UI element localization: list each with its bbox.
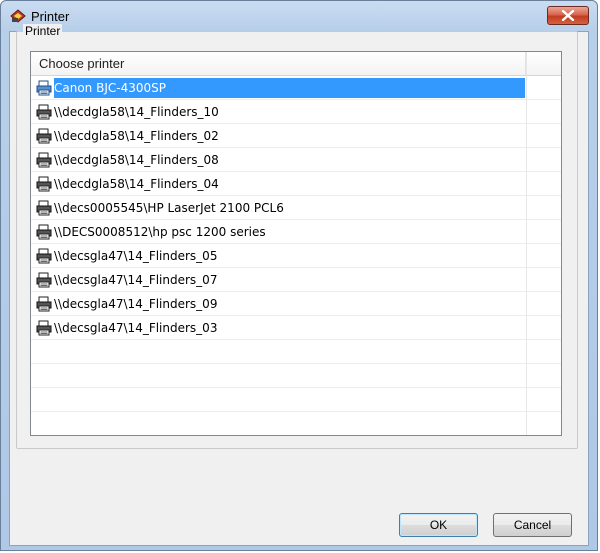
cancel-button[interactable]: Cancel <box>493 513 572 537</box>
list-item[interactable]: \\decsgla47\14_Flinders_07 <box>31 268 561 292</box>
list-item-cell: \\decdgla58\14_Flinders_02 <box>36 126 526 146</box>
printer-icon <box>36 320 52 336</box>
close-x-icon <box>561 10 575 21</box>
list-item-cell: \\decsgla47\14_Flinders_07 <box>36 270 526 290</box>
printer-name: \\decdgla58\14_Flinders_04 <box>54 177 219 191</box>
list-item-cell: \\decdgla58\14_Flinders_08 <box>36 150 526 170</box>
list-item-cell: \\decsgla47\14_Flinders_03 <box>36 318 526 338</box>
close-button[interactable] <box>547 6 589 25</box>
printer-name: \\decdgla58\14_Flinders_10 <box>54 105 219 119</box>
printer-icon <box>36 176 52 192</box>
list-item[interactable]: \\decsgla47\14_Flinders_09 <box>31 292 561 316</box>
printer-icon <box>36 80 52 96</box>
list-item-cell: \\decsgla47\14_Flinders_09 <box>36 294 526 314</box>
printer-icon <box>36 224 52 240</box>
list-header: Choose printer <box>31 52 561 76</box>
list-item[interactable]: \\DECS0008512\hp psc 1200 series <box>31 220 561 244</box>
list-item-cell: \\decs0005545\HP LaserJet 2100 PCL6 <box>36 198 526 218</box>
list-item[interactable]: \\decdgla58\14_Flinders_08 <box>31 148 561 172</box>
list-item-cell: Canon BJC-4300SP <box>36 78 526 98</box>
list-item-cell: \\decdgla58\14_Flinders_10 <box>36 102 526 122</box>
printer-icon <box>36 128 52 144</box>
list-item-cell: \\decdgla58\14_Flinders_04 <box>36 174 526 194</box>
title-bar[interactable]: Printer <box>1 1 597 31</box>
printer-icon <box>36 200 52 216</box>
printer-name: \\decsgla47\14_Flinders_05 <box>54 249 218 263</box>
column-header-choose-printer[interactable]: Choose printer <box>31 52 526 75</box>
list-item[interactable]: Canon BJC-4300SP <box>31 76 561 100</box>
empty-list-row <box>31 364 561 388</box>
printer-rows: Canon BJC-4300SP \\decdgla58\14_Flinders_… <box>31 76 561 412</box>
list-item[interactable]: \\decdgla58\14_Flinders_02 <box>31 124 561 148</box>
printer-icon <box>36 272 52 288</box>
printer-app-icon <box>10 9 26 23</box>
printer-name: \\decdgla58\14_Flinders_02 <box>54 129 219 143</box>
printer-list[interactable]: Choose printer Canon BJC-4300SP \\decdgla… <box>30 51 562 436</box>
printer-icon <box>36 296 52 312</box>
printer-name: \\decdgla58\14_Flinders_08 <box>54 153 219 167</box>
list-item[interactable]: \\decsgla47\14_Flinders_03 <box>31 316 561 340</box>
printer-name: Canon BJC-4300SP <box>54 81 166 95</box>
list-item[interactable]: \\decs0005545\HP LaserJet 2100 PCL6 <box>31 196 561 220</box>
list-item-cell: \\DECS0008512\hp psc 1200 series <box>36 222 526 242</box>
list-item[interactable]: \\decsgla47\14_Flinders_05 <box>31 244 561 268</box>
printer-icon <box>36 104 52 120</box>
printer-name: \\decsgla47\14_Flinders_09 <box>54 297 218 311</box>
empty-list-row <box>31 340 561 364</box>
empty-list-row <box>31 388 561 412</box>
groupbox-label: Printer <box>23 24 63 38</box>
printer-name: \\decsgla47\14_Flinders_07 <box>54 273 218 287</box>
printer-name: \\decs0005545\HP LaserJet 2100 PCL6 <box>54 201 284 215</box>
printer-icon <box>36 248 52 264</box>
printer-name: \\DECS0008512\hp psc 1200 series <box>54 225 266 239</box>
ok-button[interactable]: OK <box>399 513 478 537</box>
printer-name: \\decsgla47\14_Flinders_03 <box>54 321 218 335</box>
list-item[interactable]: \\decdgla58\14_Flinders_04 <box>31 172 561 196</box>
list-item[interactable]: \\decdgla58\14_Flinders_10 <box>31 100 561 124</box>
printer-icon <box>36 152 52 168</box>
list-item-cell: \\decsgla47\14_Flinders_05 <box>36 246 526 266</box>
window-title: Printer <box>31 9 70 24</box>
